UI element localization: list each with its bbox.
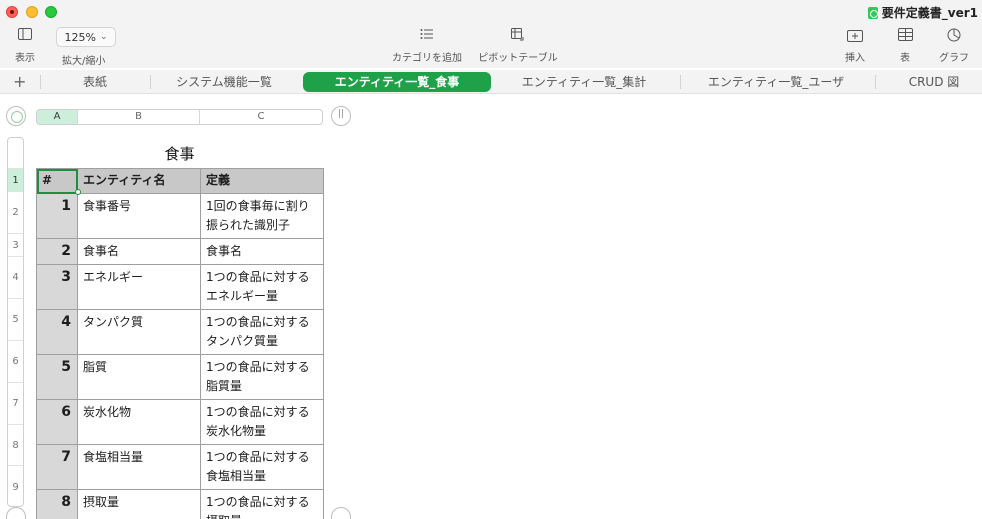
definition-cell[interactable]: 1つの食品に対する食塩相当量 <box>200 444 324 490</box>
table-row: 4 タンパク質 1つの食品に対するタンパク質量 <box>36 309 324 355</box>
chart-button[interactable]: グラフ <box>934 28 974 64</box>
row-header-6[interactable]: 6 <box>8 341 23 383</box>
header-cell-definition[interactable]: 定義 <box>200 168 324 194</box>
tab-cover[interactable]: 表紙 <box>70 72 120 92</box>
view-label: 表示 <box>15 53 35 64</box>
pivot-table-button[interactable]: ピボットテーブル <box>476 28 560 64</box>
add-category-button[interactable]: カテゴリを追加 <box>388 28 466 64</box>
toolbar: 要件定義書_ver1 表示 125% ⌄ 拡大/縮小 カテゴリを追加 ピボットテ… <box>0 0 982 68</box>
entity-name-cell[interactable]: 食事番号 <box>77 193 201 239</box>
definition-cell[interactable]: 1つの食品に対する炭水化物量 <box>200 399 324 445</box>
add-category-label: カテゴリを追加 <box>392 53 462 64</box>
table-row: 8 摂取量 1つの食品に対する摂取量 <box>36 489 324 519</box>
numbers-doc-icon <box>867 6 878 19</box>
select-table-button[interactable] <box>6 106 26 126</box>
pivot-table-icon <box>476 28 560 44</box>
header-cell-entity-name[interactable]: エンティティ名 <box>77 168 201 194</box>
document-title-text: 要件定義書_ver1 <box>881 6 978 20</box>
table-icon <box>892 28 918 44</box>
row-header-2[interactable]: 2 <box>8 192 23 234</box>
sheet-canvas: A B C 1 2 3 4 5 6 7 8 9 食事 # エンティティ名 定義 … <box>0 95 982 519</box>
entity-name-cell[interactable]: エネルギー <box>77 264 201 310</box>
sheet-tab-bar: + 表紙 システム機能一覧 エンティティ一覧_食事 エンティティ一覧_集計 エン… <box>0 70 982 94</box>
row-number-cell[interactable]: 1 <box>36 193 78 239</box>
tab-divider <box>40 75 41 89</box>
definition-cell[interactable]: 食事名 <box>200 238 324 265</box>
entity-name-cell[interactable]: タンパク質 <box>77 309 201 355</box>
entity-name-cell[interactable]: 食塩相当量 <box>77 444 201 490</box>
entity-name-cell[interactable]: 食事名 <box>77 238 201 265</box>
definition-cell[interactable]: 1回の食事毎に割り振られた識別子 <box>200 193 324 239</box>
row-header-1[interactable]: 1 <box>8 169 23 192</box>
entity-name-cell[interactable]: 摂取量 <box>77 489 201 519</box>
row-header-9[interactable]: 9 <box>8 466 23 506</box>
close-window-button[interactable] <box>6 6 18 18</box>
entity-name-cell[interactable]: 炭水化物 <box>77 399 201 445</box>
table-row: 7 食塩相当量 1つの食品に対する食塩相当量 <box>36 444 324 490</box>
tab-entity-user[interactable]: エンティティ一覧_ユーザ <box>700 72 852 92</box>
minimize-window-button[interactable] <box>26 6 38 18</box>
view-button[interactable]: 表示 <box>10 28 40 64</box>
row-header-7[interactable]: 7 <box>8 383 23 425</box>
tab-entity-meal[interactable]: エンティティ一覧_食事 <box>303 72 491 92</box>
table-title[interactable]: 食事 <box>36 143 323 164</box>
row-number-cell[interactable]: 6 <box>36 399 78 445</box>
definition-cell[interactable]: 1つの食品に対する脂質量 <box>200 354 324 400</box>
row-number-cell[interactable]: 7 <box>36 444 78 490</box>
row-number-cell[interactable]: 8 <box>36 489 78 519</box>
zoom-value: 125% <box>64 30 96 44</box>
tab-entity-summary[interactable]: エンティティ一覧_集計 <box>512 72 656 92</box>
row-header-4[interactable]: 4 <box>8 257 23 299</box>
row-number-cell[interactable]: 3 <box>36 264 78 310</box>
row-header-bar: 1 2 3 4 5 6 7 8 9 <box>7 137 24 507</box>
document-title: 要件定義書_ver1 <box>867 4 978 21</box>
insert-icon <box>840 28 870 44</box>
row-number-cell[interactable]: 5 <box>36 354 78 400</box>
add-row-handle[interactable] <box>6 507 26 519</box>
tab-divider <box>875 75 876 89</box>
pivot-table-label: ピボットテーブル <box>478 53 558 64</box>
table-row: 2 食事名 食事名 <box>36 238 324 265</box>
column-header-a[interactable]: A <box>37 110 78 124</box>
zoom-select[interactable]: 125% ⌄ <box>56 27 116 47</box>
table-row: 5 脂質 1つの食品に対する脂質量 <box>36 354 324 400</box>
zoom-window-button[interactable] <box>45 6 57 18</box>
zoom-label: 拡大/縮小 <box>62 56 106 67</box>
tab-system-functions[interactable]: システム機能一覧 <box>168 72 280 92</box>
insert-button[interactable]: 挿入 <box>840 28 870 64</box>
column-header-b[interactable]: B <box>78 110 200 124</box>
table-row: 3 エネルギー 1つの食品に対するエネルギー量 <box>36 264 324 310</box>
table-label: 表 <box>900 53 910 64</box>
header-cell-number[interactable]: # <box>36 168 78 194</box>
entity-table: # エンティティ名 定義 1 食事番号 1回の食事毎に割り振られた識別子 2 食… <box>36 168 324 519</box>
sidebar-icon <box>10 28 40 44</box>
row-number-cell[interactable]: 2 <box>36 238 78 265</box>
tab-divider <box>150 75 151 89</box>
table-row: 6 炭水化物 1つの食品に対する炭水化物量 <box>36 399 324 445</box>
row-header-3[interactable]: 3 <box>8 234 23 257</box>
tab-crud[interactable]: CRUD 図 <box>895 72 973 92</box>
insert-label: 挿入 <box>845 53 865 64</box>
tab-divider <box>680 75 681 89</box>
resize-table-handle[interactable] <box>331 507 351 519</box>
table-row: 1 食事番号 1回の食事毎に割り振られた識別子 <box>36 193 324 239</box>
definition-cell[interactable]: 1つの食品に対する摂取量 <box>200 489 324 519</box>
add-column-handle[interactable] <box>331 106 351 126</box>
chart-label: グラフ <box>939 53 969 64</box>
list-icon <box>388 28 466 44</box>
definition-cell[interactable]: 1つの食品に対するタンパク質量 <box>200 309 324 355</box>
row-number-cell[interactable]: 4 <box>36 309 78 355</box>
definition-cell[interactable]: 1つの食品に対するエネルギー量 <box>200 264 324 310</box>
chevron-down-icon: ⌄ <box>99 32 108 42</box>
add-sheet-button[interactable]: + <box>13 72 26 91</box>
column-header-c[interactable]: C <box>200 110 322 124</box>
row-header <box>8 138 23 169</box>
entity-name-cell[interactable]: 脂質 <box>77 354 201 400</box>
column-header-bar: A B C <box>36 109 323 125</box>
row-header-8[interactable]: 8 <box>8 425 23 466</box>
pie-chart-icon <box>934 28 974 44</box>
table-button[interactable]: 表 <box>892 28 918 64</box>
selection-handle[interactable] <box>75 189 81 195</box>
row-header-5[interactable]: 5 <box>8 299 23 341</box>
